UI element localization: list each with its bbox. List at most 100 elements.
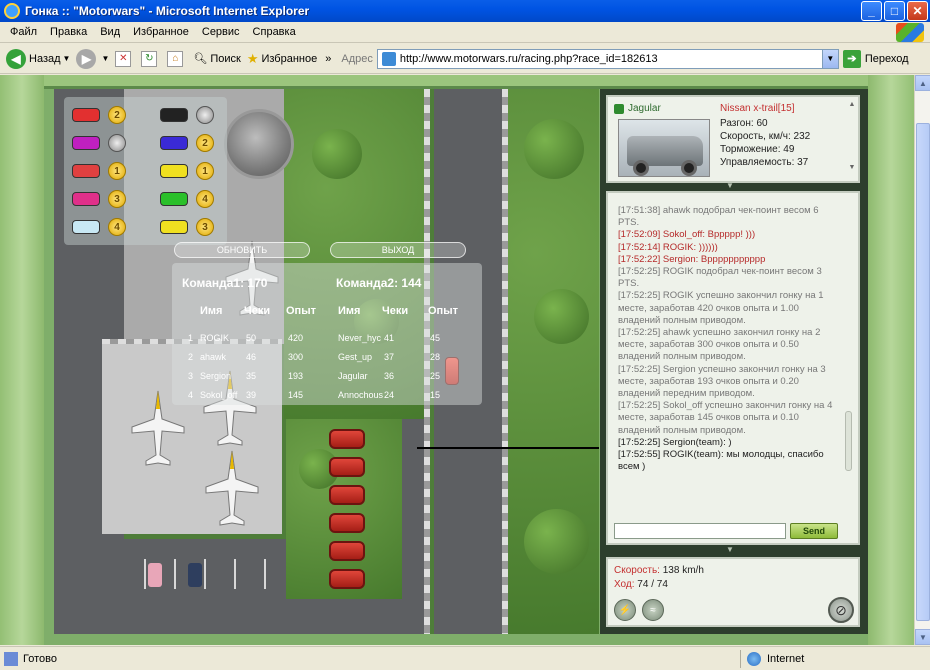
- position-badge: 1: [196, 162, 214, 180]
- close-button[interactable]: ✕: [907, 1, 928, 21]
- menu-view[interactable]: Вид: [100, 26, 120, 38]
- parked-car: [188, 563, 202, 587]
- go-arrow-icon: ➔: [842, 49, 861, 68]
- chevron-down-icon[interactable]: ▼: [101, 54, 109, 63]
- exp: 420: [288, 333, 304, 343]
- moves-label: Ход:: [614, 579, 635, 590]
- position-badge: [108, 134, 126, 152]
- ie-icon: [4, 3, 20, 19]
- car-icon: [72, 164, 100, 178]
- chevron-up-icon[interactable]: ▲: [915, 75, 930, 91]
- stop-button[interactable]: ⊘: [828, 597, 854, 623]
- chat-message: [17:52:14] ROGIK: )))))): [618, 241, 718, 253]
- chevron-down-icon[interactable]: ▼: [63, 54, 71, 63]
- menu-tools[interactable]: Сервис: [202, 26, 240, 38]
- address-url[interactable]: http://www.motorwars.ru/racing.php?race_…: [400, 53, 658, 65]
- go-button[interactable]: ➔ Переход: [842, 49, 909, 68]
- exp: 45: [430, 333, 441, 343]
- checks: 36: [384, 371, 395, 381]
- page-scroll-thumb[interactable]: [916, 123, 930, 621]
- team2-score: Команда2: 144: [336, 276, 422, 290]
- search-icon: 🔍︎: [193, 53, 208, 65]
- title-bar: Гонка :: "Motorwars" - Microsoft Interne…: [0, 0, 930, 22]
- moves-value: 74 / 74: [637, 579, 668, 590]
- address-bar[interactable]: http://www.motorwars.ru/racing.php?race_…: [376, 48, 839, 69]
- refresh-icon[interactable]: ↻: [141, 50, 158, 67]
- chat-scrollbar[interactable]: [844, 201, 854, 501]
- send-button[interactable]: Send: [790, 523, 838, 539]
- nitro-button[interactable]: ⚡: [614, 599, 636, 621]
- side-panel: Jagular Nissan x-trail[15] Разгон: 60 Ск…: [600, 89, 868, 634]
- menu-favorites[interactable]: Избранное: [133, 26, 189, 38]
- car-name[interactable]: Nissan x-trail[15]: [720, 103, 794, 114]
- player-name: Annochous: [338, 390, 384, 400]
- standings-panel: 2 2 1 1 3 4 4 3: [64, 97, 227, 245]
- col-checks: Чеки: [244, 305, 271, 317]
- team1-score: Команда1: 170: [182, 276, 268, 290]
- col-checks: Чеки: [382, 305, 409, 317]
- zone-label: Internet: [767, 653, 805, 665]
- chevron-down-icon[interactable]: ▼: [915, 629, 930, 645]
- speed-card: Скорость: 138 km/h Ход: 74 / 74 ⚡ ≈ ⊘: [606, 557, 860, 627]
- car-icon: [160, 108, 188, 122]
- car-icon: [160, 220, 188, 234]
- rank: 3: [188, 371, 194, 381]
- minimize-button[interactable]: _: [861, 1, 882, 21]
- chat-message: [17:52:25] Sergion(team): ): [618, 436, 732, 448]
- search-button[interactable]: 🔍︎ Поиск: [193, 52, 240, 66]
- position-badge: 2: [108, 106, 126, 124]
- player-name[interactable]: Jagular: [628, 103, 661, 114]
- home-icon[interactable]: ⌂: [167, 50, 184, 67]
- decorative-frame-left: [0, 75, 44, 645]
- menu-edit[interactable]: Правка: [50, 26, 87, 38]
- col-exp: Опыт: [286, 305, 316, 317]
- toolbar-overflow[interactable]: »: [325, 53, 331, 65]
- window-title: Гонка :: "Motorwars" - Microsoft Interne…: [25, 4, 310, 18]
- position-badge: 1: [108, 162, 126, 180]
- player-name: Sergion: [200, 371, 232, 381]
- car-icon: [160, 136, 188, 150]
- exp: 145: [288, 390, 304, 400]
- position-badge: [196, 106, 214, 124]
- page-scrollbar[interactable]: ▲ ▼: [914, 75, 930, 645]
- card-scrollbar[interactable]: ▲ ▼: [848, 101, 856, 179]
- car-icon: [72, 136, 100, 150]
- signal-button[interactable]: ≈: [642, 599, 664, 621]
- player-link[interactable]: Jagular: [614, 103, 661, 114]
- back-arrow-icon: ◀: [6, 48, 26, 69]
- menu-file[interactable]: Файл: [10, 26, 37, 38]
- status-text: Готово: [23, 652, 57, 665]
- chat-input[interactable]: [614, 523, 786, 539]
- chat-log: [17:51:38] ahawk подобрал чек-поинт весо…: [618, 205, 840, 505]
- exp: 193: [288, 371, 304, 381]
- player-name: Sokol_off: [200, 390, 238, 400]
- page-done-icon: [4, 651, 18, 666]
- refresh-button[interactable]: ОБНОВИТЬ: [174, 242, 310, 258]
- stat-acceleration: Разгон: 60: [720, 118, 768, 129]
- back-button[interactable]: ◀ Назад ▼: [6, 48, 71, 69]
- favorites-label: Избранное: [261, 52, 318, 65]
- menu-help[interactable]: Справка: [253, 26, 296, 38]
- chat-scroll-thumb[interactable]: [845, 411, 852, 471]
- favorites-button[interactable]: ★ Избранное: [247, 51, 317, 67]
- parked-car: [148, 563, 162, 587]
- exp: 300: [288, 352, 304, 362]
- fuel-tank: [329, 457, 365, 477]
- star-icon: ★: [246, 50, 259, 66]
- forward-button[interactable]: ▶ ▼: [76, 48, 109, 69]
- exit-button[interactable]: ВЫХОД: [330, 242, 466, 258]
- position-badge: 3: [196, 218, 214, 236]
- maximize-button[interactable]: □: [884, 1, 905, 21]
- chevron-up-icon[interactable]: ▲: [848, 101, 856, 108]
- exp: 25: [430, 371, 441, 381]
- car-icon: [72, 108, 100, 122]
- rank: 4: [188, 390, 194, 400]
- fuel-tank: [329, 429, 365, 449]
- chat-message: [17:52:09] Sokol_off: Bppppp! ))): [618, 229, 756, 241]
- car-icon: [72, 220, 100, 234]
- stop-icon[interactable]: ✕: [115, 50, 132, 67]
- chat-card: [17:51:38] ahawk подобрал чек-поинт весо…: [606, 191, 860, 545]
- chevron-down-icon[interactable]: ▼: [848, 164, 856, 171]
- chevron-down-icon[interactable]: ▼: [821, 49, 838, 68]
- checks: 24: [384, 390, 395, 400]
